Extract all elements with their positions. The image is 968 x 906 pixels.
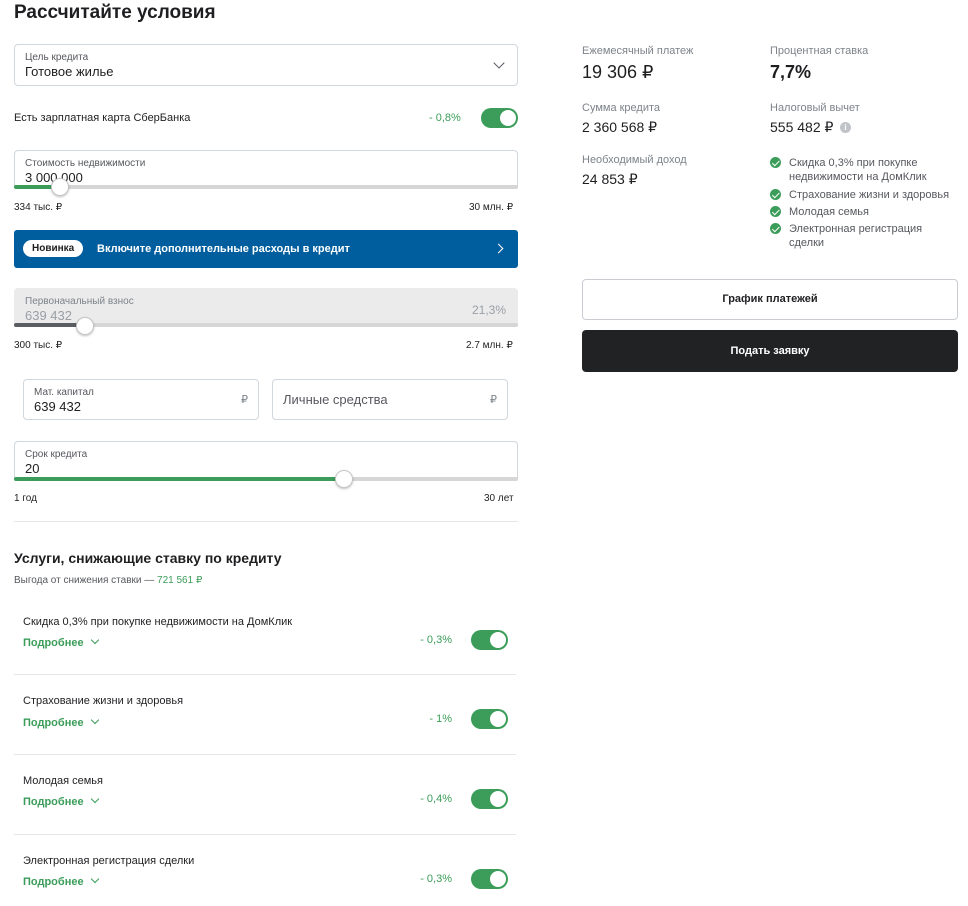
service-title: Молодая семья [23,775,103,787]
down-payment-min: 300 тыс. ₽ [14,340,63,351]
loan-term-max: 30 лет [484,493,514,504]
property-cost-field[interactable]: Стоимость недвижимости 3 000 000 [14,150,518,188]
toggle-knob [490,871,506,887]
loan-term-slider-thumb[interactable] [335,470,353,488]
down-payment-value: 639 432 [25,308,72,323]
applied-benefit: Скидка 0,3% при покупке недвижимости на … [789,157,927,183]
toggle-knob [490,632,506,648]
more-label: Подробнее [23,796,84,808]
check-icon [770,206,781,217]
toggle-knob [490,791,506,807]
service-more-link[interactable]: Подробнее [23,635,99,649]
salary-card-label: Есть зарплатная карта СберБанка [14,112,191,124]
services-benefit: Выгода от снижения ставки — 721 561 ₽ [14,575,202,586]
service-more-link[interactable]: Подробнее [23,715,99,729]
loan-term-value: 20 [25,461,40,476]
toggle-knob [500,110,516,126]
required-income-label: Необходимый доход [582,154,687,166]
applied-benefit: Молодая семья [789,206,869,218]
property-cost-max: 30 млн. ₽ [469,202,514,213]
interest-rate-label: Процентная ставка [770,45,869,57]
check-icon [770,189,781,200]
service-toggle[interactable] [471,709,508,729]
service-toggle[interactable] [471,869,508,889]
more-label: Подробнее [23,717,84,729]
section-divider [14,521,518,522]
loan-purpose-value: Готовое жилье [25,64,114,79]
service-title: Электронная регистрация сделки [23,855,195,867]
service-more-link[interactable]: Подробнее [23,794,99,808]
chevron-down-icon [90,715,99,725]
monthly-payment-value: 19 306 ₽ [582,62,654,82]
chevron-down-icon [493,57,505,69]
service-more-link[interactable]: Подробнее [23,874,99,888]
service-divider [14,834,516,835]
info-icon[interactable]: i [840,122,851,133]
service-rate: - 0,3% [420,634,452,646]
loan-purpose-label: Цель кредита [25,52,89,63]
banner-text: Включите дополнительные расходы в кредит [97,243,350,255]
applied-benefit: Электронная регистрация сделки [789,223,923,249]
property-cost-label: Стоимость недвижимости [25,158,146,169]
check-icon [770,157,781,168]
down-payment-fill [14,323,85,327]
service-divider [14,754,516,755]
currency-sign: ₽ [241,394,248,406]
more-label: Подробнее [23,876,84,888]
own-funds-placeholder: Личные средства [283,392,388,407]
service-rate: - 0,4% [420,793,452,805]
services-title: Услуги, снижающие ставку по кредиту [14,550,282,566]
required-income-value: 24 853 ₽ [582,171,638,187]
down-payment-label: Первоначальный взнос [25,296,134,307]
monthly-payment-label: Ежемесячный платеж [582,45,694,57]
interest-rate-value: 7,7% [770,62,812,82]
services-benefit-prefix: Выгода от снижения ставки — [14,575,158,586]
own-funds-field[interactable]: Личные средства ₽ [272,379,508,420]
loan-term-field[interactable]: Срок кредита 20 [14,441,518,479]
loan-amount-label: Сумма кредита [582,102,661,114]
salary-card-toggle[interactable] [481,108,518,128]
tax-deduction-value: 555 482 ₽ [770,119,834,135]
service-divider [14,674,516,675]
loan-amount-value: 2 360 568 ₽ [582,119,658,135]
loan-purpose-select[interactable]: Цель кредита Готовое жилье [14,44,518,86]
property-cost-track[interactable] [14,185,518,189]
service-toggle[interactable] [471,630,508,650]
service-title: Страхование жизни и здоровья [23,695,184,707]
extra-costs-banner[interactable]: Новинка Включите дополнительные расходы … [14,230,518,268]
down-payment-slider-thumb[interactable] [76,317,94,335]
toggle-knob [490,711,506,727]
check-icon [770,223,781,234]
chevron-down-icon [90,874,99,884]
mat-capital-label: Мат. капитал [34,387,94,398]
service-rate: - 1% [429,713,452,725]
loan-term-label: Срок кредита [25,449,88,460]
page-title: Рассчитайте условия [14,2,216,23]
applied-benefit: Страхование жизни и здоровья [789,189,950,201]
service-toggle[interactable] [471,789,508,809]
chevron-down-icon [90,635,99,645]
tax-deduction-label: Налоговый вычет [770,102,860,114]
down-payment-max: 2.7 млн. ₽ [466,340,513,351]
currency-sign: ₽ [490,394,497,406]
loan-term-min: 1 год [14,493,37,504]
services-benefit-value: 721 561 ₽ [157,575,203,586]
apply-button[interactable]: Подать заявку [582,330,958,372]
loan-term-fill [14,477,344,481]
chevron-right-icon [493,243,504,254]
property-cost-min: 334 тыс. ₽ [14,202,63,213]
mat-capital-field[interactable]: Мат. капитал 639 432 ₽ [23,379,259,420]
service-title: Скидка 0,3% при покупке недвижимости на … [23,616,293,628]
service-rate: - 0,3% [420,873,452,885]
more-label: Подробнее [23,637,84,649]
mat-capital-value: 639 432 [34,399,81,414]
property-cost-slider-thumb[interactable] [51,178,69,196]
payment-schedule-button[interactable]: График платежей [582,279,958,320]
new-badge: Новинка [23,240,84,257]
down-payment-percent: 21,3% [471,303,506,317]
salary-card-rate: - 0,8% [429,112,461,124]
chevron-down-icon [90,794,99,804]
